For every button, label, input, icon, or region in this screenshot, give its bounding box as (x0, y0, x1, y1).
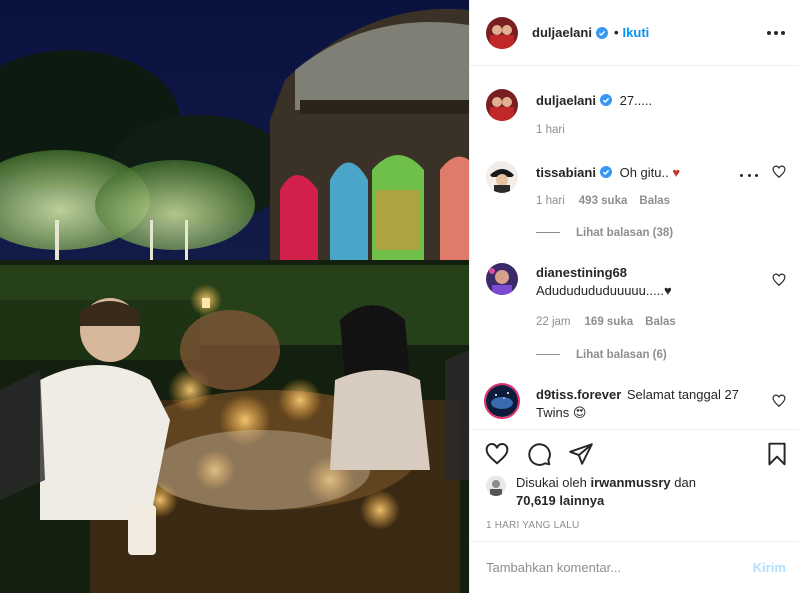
comment-time: 1 hari (536, 195, 565, 207)
heart-icon[interactable] (484, 441, 510, 467)
verified-badge-icon (599, 166, 612, 178)
view-replies-label: Lihat balasan (6) (576, 349, 667, 361)
comment-username[interactable]: d9tiss.forever (536, 387, 621, 402)
comment-username[interactable]: tissabiani (536, 165, 596, 180)
post-comment-button[interactable]: Kirim (753, 560, 786, 575)
post-header: duljaelani • Ikuti (470, 0, 799, 66)
post-detail-panel: duljaelani • Ikuti duljaelani 27..... 1 … (469, 0, 799, 593)
like-comment-heart-icon[interactable] (772, 165, 786, 179)
likes-prefix: Disukai oleh (516, 475, 587, 490)
comment-meta: 22 jam 169 suka Balas (536, 316, 676, 328)
commenter-avatar[interactable] (486, 161, 518, 193)
author-avatar[interactable] (486, 16, 518, 49)
post-photo-image (0, 0, 469, 593)
author-username[interactable]: duljaelani (532, 25, 592, 40)
add-comment-input[interactable] (486, 560, 753, 575)
comment-text: Adududududuuuuu.....♥ (536, 283, 672, 298)
view-replies-label: Lihat balasan (38) (576, 227, 674, 239)
comment-item: d9tiss.forever Selamat tanggal 27 Twins … (484, 383, 786, 429)
like-comment-heart-icon[interactable] (772, 273, 786, 287)
commenter-avatar[interactable] (486, 263, 518, 295)
post-photo[interactable] (0, 0, 469, 593)
comment-more-icon[interactable] (740, 169, 758, 181)
comment-text: Oh gitu.. (619, 165, 669, 180)
comment-likes[interactable]: 169 suka (585, 316, 634, 328)
liker-username[interactable]: irwanmussry (590, 475, 670, 490)
comment-meta: 1 hari 493 suka Balas (536, 195, 670, 207)
view-replies-button[interactable]: Lihat balasan (38) (536, 227, 673, 239)
verified-badge-icon (599, 94, 612, 106)
comment-likes[interactable]: 493 suka (579, 195, 628, 207)
comments-list[interactable]: duljaelani 27..... 1 hari tissabiani Oh … (470, 67, 799, 429)
view-replies-line (536, 354, 560, 356)
more-options-icon[interactable] (764, 24, 788, 42)
reply-button[interactable]: Balas (645, 316, 676, 328)
post-date[interactable]: 1 HARI YANG LALU (486, 520, 579, 531)
caption-time: 1 hari (536, 124, 565, 136)
view-replies-button[interactable]: Lihat balasan (6) (536, 349, 667, 361)
share-icon[interactable] (568, 441, 594, 467)
reply-button[interactable]: Balas (639, 195, 670, 207)
likes-count[interactable]: 70,619 lainnya (516, 493, 604, 508)
liker-avatar[interactable] (486, 476, 506, 496)
caption-avatar[interactable] (486, 89, 518, 121)
comment-icon[interactable] (526, 441, 552, 467)
caption-text: 27..... (619, 93, 653, 108)
comment-time: 22 jam (536, 316, 571, 328)
verified-badge-icon (595, 26, 608, 39)
like-comment-heart-icon[interactable] (772, 394, 786, 408)
commenter-avatar-story[interactable] (484, 383, 520, 419)
comment-username[interactable]: dianestining68 (536, 265, 627, 280)
separator-dot: • (613, 25, 619, 40)
caption-time-text: 1 hari (536, 124, 565, 136)
post-actions: Disukai oleh irwanmussry dan 70,619 lain… (470, 429, 799, 541)
likes-conj: dan (674, 475, 696, 490)
bookmark-icon[interactable] (764, 441, 790, 467)
add-comment-bar: Kirim (470, 541, 799, 593)
heart-emoji: ♥ (672, 165, 681, 180)
comment-item: tissabiani Oh gitu.. ♥ 1 hari 493 suka Bal… (486, 161, 786, 251)
view-replies-line (536, 232, 560, 234)
comment-item: dianestining68 Adududududuuuuu.....♥ 22 … (486, 263, 786, 363)
caption: duljaelani 27..... 1 hari (486, 89, 786, 149)
follow-button[interactable]: Ikuti (623, 25, 650, 40)
caption-username[interactable]: duljaelani (536, 93, 596, 108)
